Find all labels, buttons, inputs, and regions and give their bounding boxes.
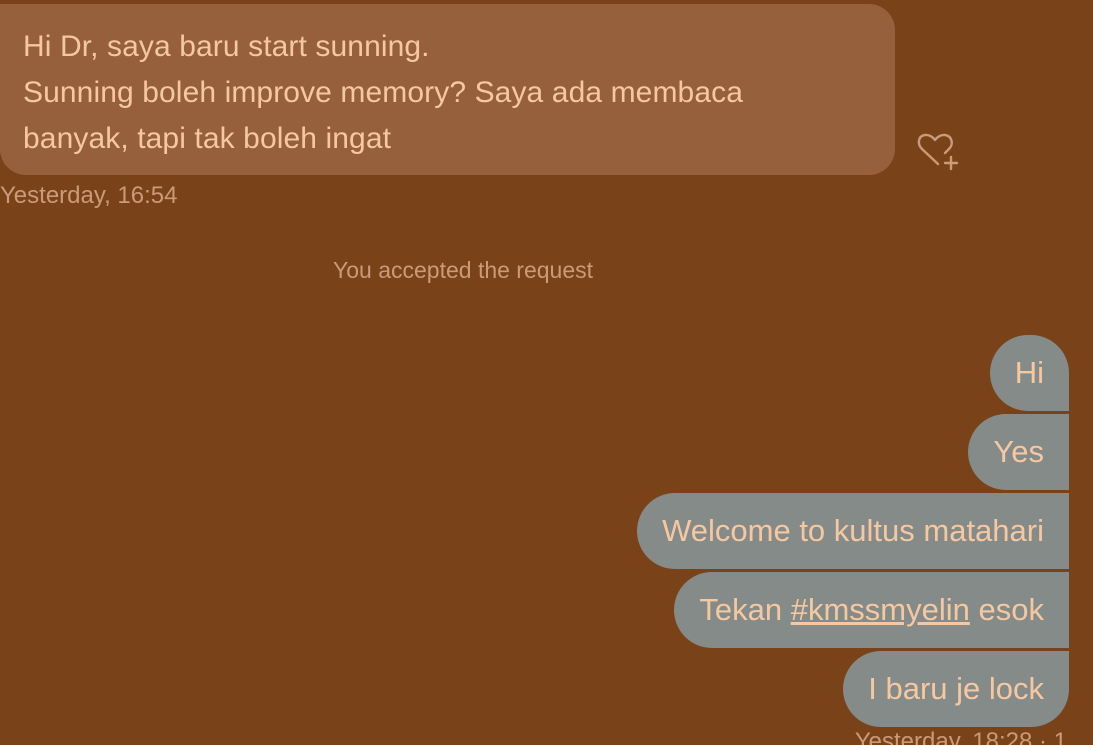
outgoing-message-bubble[interactable]: I baru je lock bbox=[843, 651, 1069, 727]
conversation-thread: Hi Dr, saya baru start sunning. Sunning … bbox=[0, 0, 1093, 745]
incoming-message-line: Hi Dr, saya baru start sunning. bbox=[23, 30, 430, 63]
outgoing-message-bubble[interactable]: Hi bbox=[989, 335, 1069, 411]
hashtag-link[interactable]: #kmssmyelin bbox=[791, 592, 970, 627]
outgoing-message-bubble[interactable]: Welcome to kultus matahari bbox=[637, 493, 1069, 569]
incoming-timestamp: Yesterday, 16:54 bbox=[0, 182, 178, 209]
outgoing-message-bubble-hashtag[interactable]: Tekan #kmssmyelin esok bbox=[674, 572, 1069, 648]
request-accepted-notice: You accepted the request bbox=[333, 257, 594, 283]
message-text: Tekan bbox=[699, 592, 791, 627]
message-text: esok bbox=[969, 592, 1045, 627]
incoming-message-bubble[interactable]: Hi Dr, saya baru start sunning. Sunning … bbox=[0, 4, 895, 175]
incoming-message-line: banyak, tapi tak boleh ingat bbox=[23, 122, 392, 155]
outgoing-timestamp: Yesterday, 18:28 · 1 bbox=[854, 728, 1067, 745]
outgoing-message-bubble[interactable]: Yes bbox=[968, 414, 1069, 490]
incoming-message-line: Sunning boleh improve memory? Saya ada m… bbox=[23, 76, 743, 109]
heart-plus-icon bbox=[917, 133, 959, 171]
add-reaction-button[interactable] bbox=[914, 130, 960, 172]
